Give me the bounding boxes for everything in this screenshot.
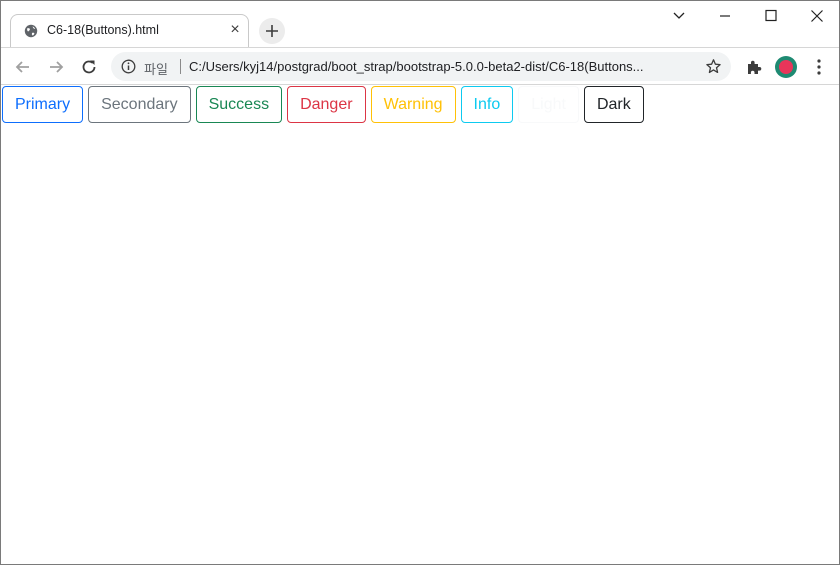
divider: [180, 59, 181, 74]
minimize-icon[interactable]: [715, 7, 735, 25]
star-icon[interactable]: [705, 58, 722, 75]
kebab-menu-icon[interactable]: [811, 57, 827, 77]
button-row: Primary Secondary Success Danger Warning…: [2, 86, 644, 123]
primary-button[interactable]: Primary: [2, 86, 84, 123]
light-button[interactable]: Light: [518, 86, 579, 123]
maximize-icon[interactable]: [761, 7, 781, 25]
puzzle-extension-icon[interactable]: [745, 58, 763, 76]
browser-tab[interactable]: C6-18(Buttons).html ×: [10, 14, 249, 47]
scheme-label: 파일: [144, 62, 168, 77]
info-button[interactable]: Info: [460, 86, 514, 123]
tab-strip: C6-18(Buttons).html ×: [1, 1, 839, 47]
chevron-down-icon[interactable]: [669, 7, 689, 25]
browser-window: C6-18(Buttons).html × 파일 C:/Users/kyj14/…: [0, 0, 840, 565]
url-text[interactable]: C:/Users/kyj14/postgrad/boot_strap/boots…: [189, 59, 694, 74]
tab-title: C6-18(Buttons).html: [47, 23, 159, 37]
forward-arrow-icon[interactable]: [46, 57, 66, 77]
page-content: Primary Secondary Success Danger Warning…: [1, 85, 839, 564]
danger-button[interactable]: Danger: [287, 86, 366, 123]
info-icon[interactable]: [121, 59, 136, 74]
browser-toolbar: 파일 C:/Users/kyj14/postgrad/boot_strap/bo…: [1, 47, 839, 85]
warning-button[interactable]: Warning: [370, 86, 456, 123]
avatar-image: [779, 60, 793, 74]
reload-icon[interactable]: [79, 57, 99, 77]
globe-icon: [24, 24, 38, 38]
success-button[interactable]: Success: [195, 86, 283, 123]
tab-close-button[interactable]: ×: [227, 22, 243, 38]
close-icon[interactable]: [807, 7, 827, 25]
dark-button[interactable]: Dark: [583, 86, 644, 123]
plus-icon: [266, 25, 278, 37]
secondary-button[interactable]: Secondary: [88, 86, 191, 123]
address-bar[interactable]: 파일 C:/Users/kyj14/postgrad/boot_strap/bo…: [111, 52, 731, 81]
profile-avatar[interactable]: [775, 56, 797, 78]
back-arrow-icon[interactable]: [13, 57, 33, 77]
new-tab-button[interactable]: [259, 18, 285, 44]
